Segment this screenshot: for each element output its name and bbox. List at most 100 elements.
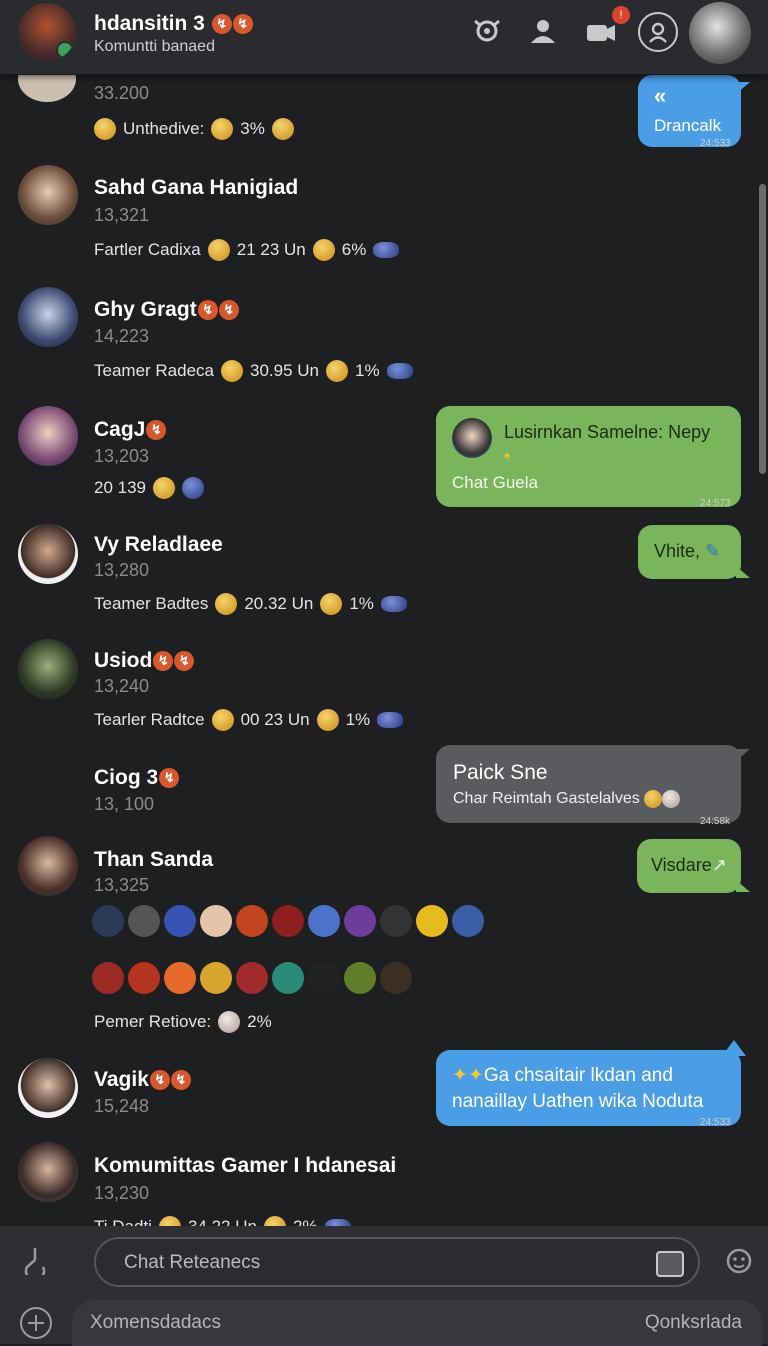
avatar[interactable] [18,287,78,347]
stat-value: 6% [341,240,367,259]
group-avatar[interactable] [18,3,76,61]
game-icon[interactable] [236,962,268,994]
game-icon[interactable] [200,962,232,994]
avatar[interactable] [18,639,78,699]
game-icon[interactable] [92,962,124,994]
message-bubble[interactable]: Visdare↗ [637,839,741,893]
stat-label: 20 139 [94,478,146,497]
member-count: 13,325 [94,875,150,895]
emoji-icon [218,1011,241,1033]
game-icon[interactable] [92,905,124,937]
emoji-icon [94,118,116,140]
badge-icon: ↯ [174,651,195,672]
avatar[interactable] [18,524,78,584]
scrollbar[interactable] [759,184,766,474]
message-bubble[interactable]: Paick Sne Char Reimtah Gastelalves [436,745,741,823]
contact-name[interactable]: Usiod ↯ ↯ [94,649,195,673]
avatar[interactable] [18,1058,78,1118]
contact-name[interactable]: Sahd Gana Hanigiad [94,176,298,200]
game-icon[interactable] [164,905,196,937]
online-indicator [56,41,74,59]
game-icon[interactable] [272,962,304,994]
game-icon[interactable] [308,962,340,994]
message-input[interactable]: Chat Reteanecs [94,1237,700,1287]
secondary-input[interactable]: Xomensdadacs Qonksrlada [72,1300,762,1346]
member-count: 14,223 [94,326,150,346]
member-count: 13,321 [94,205,150,225]
game-icon[interactable] [272,905,304,937]
game-icon[interactable] [416,905,448,937]
stat-mid: 21 23 Un [236,240,306,259]
badge-icon: ↯ [159,768,180,789]
badge-icon: ↯ [146,420,167,441]
notification-badge: ! [612,6,630,24]
game-icon[interactable] [308,905,340,937]
sticker-icon[interactable] [656,1251,684,1277]
avatar [452,418,492,458]
contact-name[interactable]: Vagik ↯ ↯ [94,1068,191,1092]
game-icon[interactable] [452,905,484,937]
member-count: 13, 100 [94,794,155,814]
stat-label: Fartler Cadixa [94,240,201,259]
message-text-value: Ga chsaitair lkdan and [483,1065,673,1086]
contact-name[interactable]: CagJ ↯ [94,418,167,442]
member-count: 13,230 [94,1183,150,1203]
badge-icon: ↯ [170,1070,191,1091]
bubble-tail [736,880,750,892]
avatar[interactable] [18,1142,78,1202]
avatar[interactable] [18,74,76,102]
avatar[interactable] [18,406,78,466]
bubble-tail [736,82,750,94]
attach-icon[interactable] [20,1245,50,1282]
gamepad-icon[interactable] [470,14,504,48]
trend-icon: ↗ [711,855,727,875]
emoji-icon [182,477,204,499]
message-bubble[interactable]: « Drancalk [638,75,741,147]
game-icon[interactable] [200,905,232,937]
contact-name[interactable]: Komumittas Gamer I hdanesai [94,1154,396,1178]
profile-icon[interactable] [638,12,678,52]
contact-name[interactable]: Vy Reladlaee [94,533,223,557]
user-avatar[interactable] [689,2,751,64]
contact-name[interactable]: Ciog 3 ↯ [94,766,180,790]
message-bubble[interactable]: Vhite, ✎ [638,525,741,579]
stat-line: 20 139 [94,477,204,499]
stat-line: Tearler Radtce 00 23 Un 1% [94,709,404,731]
avatar[interactable] [18,836,78,896]
game-icon[interactable] [344,962,376,994]
emoji-icon [326,360,349,382]
avatar[interactable] [18,165,78,225]
back-icon: « [654,83,667,108]
game-icon[interactable] [236,905,268,937]
badge-icon: ↯ [218,300,239,321]
contact-name[interactable]: Ghy Gragt ↯ ↯ [94,298,239,322]
stat-label: Ti Dadti [94,1217,152,1226]
badge-icon: ↯ [149,1070,170,1091]
secondary-input-left: Xomensdadacs [90,1312,221,1333]
game-icon[interactable] [128,905,160,937]
game-icon[interactable] [344,905,376,937]
game-icon[interactable] [380,962,412,994]
stat-mid: 30.95 Un [250,361,320,380]
video-icon[interactable]: ! [584,6,630,48]
add-icon[interactable] [19,1306,53,1340]
stat-value: 1% [345,710,371,729]
user-add-icon[interactable] [527,14,561,48]
game-icon[interactable] [164,962,196,994]
emoji-icon[interactable] [724,1246,754,1276]
chat-header: hdansitin 3 ↯ ↯ Komuntti banaed ! [0,0,768,75]
contact-name[interactable]: Than Sanda [94,848,213,872]
emoji-icon [207,239,230,261]
game-icon-row [92,905,484,937]
game-icon[interactable] [128,962,160,994]
stat-label: Pemer Retiove: [94,1012,212,1031]
bubble-tail [722,1040,746,1056]
emoji-icon [153,477,175,499]
stat-line: Teamer Badtes 20.32 Un 1% [94,593,407,615]
emoji-icon [662,790,681,808]
game-icon[interactable] [380,905,412,937]
message-bubble[interactable]: ✦✦Ga chsaitair lkdan and nanaillay Uathe… [436,1050,741,1126]
sparkle-icon: ✦✦ [452,1065,484,1086]
message-bubble[interactable]: Lusirnkan Samelne: Nepy ♠ Chat Guela [436,406,741,507]
stat-value: 1% [355,361,380,380]
